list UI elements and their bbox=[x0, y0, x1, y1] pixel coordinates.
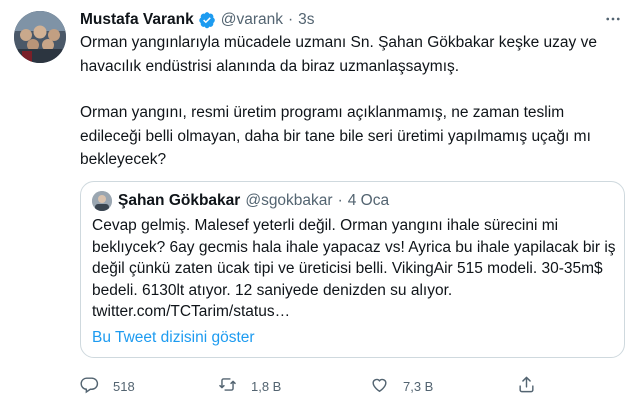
tweet-timestamp[interactable]: 3s bbox=[298, 11, 314, 29]
more-horizontal-icon[interactable] bbox=[600, 8, 626, 30]
author-avatar[interactable] bbox=[14, 11, 66, 63]
quoted-author-handle: @sgokbakar bbox=[245, 192, 333, 209]
retweet-count: 1,8 B bbox=[251, 378, 282, 394]
reply-button[interactable]: 518 bbox=[80, 373, 135, 399]
author-handle[interactable]: @varank bbox=[221, 11, 283, 29]
quoted-tweet-header: Şahan Gökbakar @sgokbakar · 4 Oca bbox=[92, 190, 389, 212]
tweet-paragraph: Orman yangını, resmi üretim programı açı… bbox=[80, 104, 591, 168]
separator-dot: · bbox=[337, 192, 343, 209]
quoted-tweet-text: Cevap gelmiş. Malesef yeterli değil. Orm… bbox=[92, 217, 616, 320]
like-button[interactable]: 7,3 B bbox=[370, 373, 433, 399]
like-count: 7,3 B bbox=[403, 378, 434, 394]
share-button[interactable] bbox=[517, 373, 536, 399]
quoted-author-avatar bbox=[92, 191, 112, 211]
show-thread-link[interactable]: Bu Tweet dizisini göster bbox=[92, 329, 255, 347]
quoted-author-name: Şahan Gökbakar bbox=[118, 192, 241, 209]
author-name[interactable]: Mustafa Varank bbox=[80, 11, 194, 29]
reply-icon bbox=[80, 375, 99, 397]
tweet-paragraph: Orman yangınlarıyla mücadele uzmanı Sn. … bbox=[80, 34, 597, 75]
separator-dot: · bbox=[287, 11, 294, 28]
tweet-text: Orman yangınlarıyla mücadele uzmanı Sn. … bbox=[80, 31, 620, 172]
heart-icon bbox=[370, 375, 389, 397]
share-icon bbox=[517, 375, 536, 397]
verified-badge-icon bbox=[198, 11, 216, 29]
retweet-icon bbox=[218, 375, 237, 397]
quoted-tweet-timestamp: 4 Oca bbox=[347, 192, 390, 209]
tweet-actions: 518 1,8 B 7,3 B bbox=[80, 373, 620, 399]
reply-count: 518 bbox=[113, 378, 135, 394]
tweet-header: Mustafa Varank @varank · 3s bbox=[80, 9, 315, 31]
quoted-tweet[interactable]: Şahan Gökbakar @sgokbakar · 4 Oca Cevap … bbox=[80, 181, 625, 358]
retweet-button[interactable]: 1,8 B bbox=[218, 373, 281, 399]
